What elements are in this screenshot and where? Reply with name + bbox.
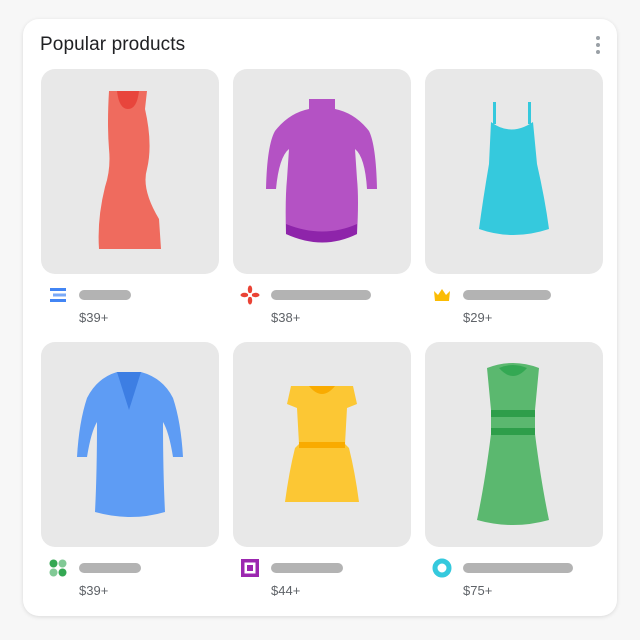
product-price: $39+ — [79, 310, 109, 325]
ring-logo-icon — [432, 558, 452, 578]
more-vert-icon[interactable] — [595, 36, 601, 54]
four-dots-logo-icon — [49, 559, 67, 577]
green-dress-icon — [477, 363, 549, 525]
blue-coat-icon — [77, 372, 183, 517]
product-tile[interactable]: $38+ — [233, 69, 411, 330]
product-tile[interactable]: $44+ — [233, 342, 411, 603]
product-tile[interactable]: $29+ — [425, 69, 603, 330]
product-image — [41, 342, 219, 547]
product-price: $29+ — [463, 310, 493, 325]
store-name-placeholder — [463, 563, 573, 573]
store-name-placeholder — [271, 290, 371, 300]
product-price: $38+ — [271, 310, 301, 325]
bars-logo-icon — [50, 288, 66, 302]
purple-dress-icon — [266, 99, 377, 243]
product-image — [425, 69, 603, 274]
square-logo-icon — [241, 559, 259, 577]
red-dress-icon — [98, 91, 161, 249]
product-price: $44+ — [271, 583, 301, 598]
product-price: $75+ — [463, 583, 493, 598]
product-image — [41, 69, 219, 274]
product-image — [425, 342, 603, 547]
flower-logo-icon — [240, 285, 260, 305]
product-image — [233, 342, 411, 547]
yellow-dress-icon — [285, 386, 359, 502]
store-name-placeholder — [271, 563, 343, 573]
product-tile[interactable]: $75+ — [425, 342, 603, 603]
store-name-placeholder — [79, 290, 131, 300]
popular-products-card: Popular products $39+ $38+ $29+ $39+ $44… — [23, 19, 617, 616]
crown-logo-icon — [434, 289, 450, 301]
product-price: $39+ — [79, 583, 109, 598]
cyan-dress-icon — [479, 102, 549, 235]
product-image — [233, 69, 411, 274]
section-title: Popular products — [40, 34, 186, 55]
store-name-placeholder — [79, 563, 141, 573]
store-name-placeholder — [463, 290, 551, 300]
product-tile[interactable]: $39+ — [41, 69, 219, 330]
product-tile[interactable]: $39+ — [41, 342, 219, 603]
